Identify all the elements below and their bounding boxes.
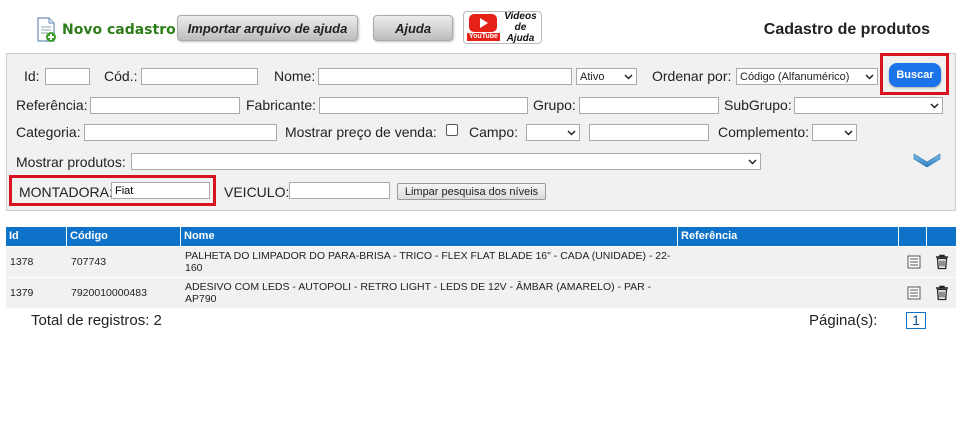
ordenar-label: Ordenar por: [652, 68, 732, 84]
table-row[interactable]: 1379 7920010000483 ADESIVO COM LEDS - AU… [6, 278, 956, 308]
mostrar-produtos-label: Mostrar produtos: [16, 154, 126, 170]
id-input[interactable] [45, 68, 90, 85]
referencia-label: Referência: [16, 97, 88, 113]
grupo-label: Grupo: [533, 97, 576, 113]
view-details-icon[interactable] [906, 285, 922, 301]
fabricante-input[interactable] [319, 97, 528, 114]
complemento-label: Complemento: [718, 124, 810, 140]
veiculo-input[interactable] [289, 182, 390, 199]
chevron-down-icon [567, 130, 576, 136]
montadora-input[interactable] [111, 182, 210, 199]
mostrar-preco-checkbox[interactable] [446, 124, 458, 136]
chevron-down-icon [844, 130, 853, 136]
importar-arquivo-button[interactable]: Importar arquivo de ajuda [177, 15, 358, 41]
categoria-label: Categoria: [16, 124, 81, 140]
page-title: Cadastro de produtos [763, 21, 930, 38]
novo-cadastro-button[interactable]: Novo cadastro [36, 17, 176, 43]
header-referencia[interactable]: Referência [678, 227, 899, 246]
header-id[interactable]: Id [6, 227, 67, 246]
trash-icon[interactable] [934, 254, 950, 270]
chevron-down-icon [930, 103, 939, 109]
view-details-icon[interactable] [906, 254, 922, 270]
videos-ajuda-button[interactable]: YouTube Videos de Ajuda [463, 11, 542, 44]
nome-label: Nome: [274, 68, 316, 84]
cell-codigo: 707743 [71, 256, 107, 268]
complemento-select[interactable] [812, 124, 857, 141]
fabricante-label: Fabricante: [246, 97, 317, 113]
buscar-button[interactable]: Buscar [889, 63, 941, 87]
page-1-link[interactable]: 1 [906, 312, 926, 329]
chevron-down-icon [624, 74, 633, 80]
chevron-down-icon [865, 74, 874, 80]
cell-codigo: 7920010000483 [71, 287, 147, 299]
chevron-down-icon [748, 159, 757, 165]
mostrar-preco-label: Mostrar preço de venda: [285, 124, 437, 140]
limpar-pesquisa-button[interactable]: Limpar pesquisa dos níveis [397, 183, 546, 200]
youtube-icon: YouTube [467, 13, 500, 42]
header-nome[interactable]: Nome [181, 227, 678, 246]
ordenar-select[interactable]: Código (Alfanumérico) [736, 68, 878, 85]
id-label: Id: [24, 68, 40, 84]
campo-select[interactable] [526, 124, 580, 141]
header-action-1 [899, 227, 927, 246]
videos-label: Videos [504, 11, 537, 22]
status-value: Ativo [580, 70, 605, 83]
header-codigo[interactable]: Código [67, 227, 181, 246]
grupo-input[interactable] [579, 97, 719, 114]
youtube-label: YouTube [467, 32, 500, 41]
trash-icon[interactable] [934, 285, 950, 301]
campo-label: Campo: [469, 124, 519, 140]
cell-id: 1379 [10, 287, 34, 299]
cod-input[interactable] [141, 68, 258, 85]
table-row[interactable]: 1378 707743 PALHETA DO LIMPADOR DO PARA-… [6, 247, 956, 277]
header-action-2 [927, 227, 956, 246]
mostrar-produtos-select[interactable] [131, 153, 761, 170]
table-header: Id Código Nome Referência [6, 227, 956, 246]
cell-id: 1378 [10, 256, 34, 268]
cod-label: Cód.: [104, 68, 138, 84]
ajuda-button[interactable]: Ajuda [373, 15, 453, 41]
cell-referencia [678, 247, 899, 277]
campo-text-input[interactable] [589, 124, 709, 141]
total-registros: Total de registros: 2 [31, 312, 162, 329]
novo-cadastro-label: Novo cadastro [62, 22, 176, 38]
referencia-input[interactable] [90, 97, 240, 114]
de-ajuda-label: de Ajuda [506, 22, 535, 44]
nome-input[interactable] [318, 68, 572, 85]
cell-nome: ADESIVO COM LEDS - AUTOPOLI - RETRO LIGH… [185, 281, 652, 305]
subgrupo-label: SubGrupo: [724, 97, 792, 113]
new-document-icon [36, 17, 58, 43]
status-select[interactable]: Ativo [576, 68, 637, 85]
montadora-label: MONTADORA: [19, 184, 113, 200]
ordenar-value: Código (Alfanumérico) [740, 70, 850, 83]
cell-nome: PALHETA DO LIMPADOR DO PARA-BRISA - TRIC… [185, 250, 671, 274]
paginas-label: Página(s): [809, 312, 878, 329]
categoria-input[interactable] [84, 124, 277, 141]
subgrupo-select[interactable] [794, 97, 943, 114]
cell-referencia [678, 278, 899, 308]
expand-filters-icon[interactable] [912, 151, 942, 169]
veiculo-label: VEICULO: [224, 184, 290, 200]
